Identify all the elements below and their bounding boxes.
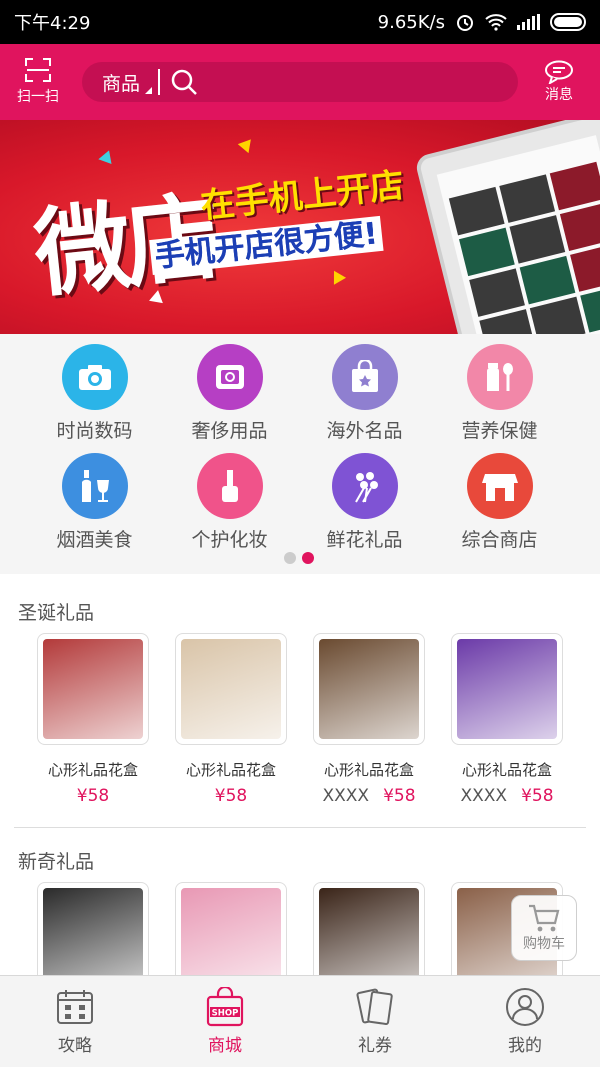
scan-icon [25, 58, 51, 82]
category-label: 烟酒美食 [56, 529, 133, 551]
category-item[interactable]: 奢侈用品 [162, 344, 297, 443]
message-label: 消息 [545, 87, 573, 103]
product-price: ¥58 [214, 786, 248, 806]
category-label: 奢侈用品 [191, 420, 268, 442]
product-image [175, 633, 287, 745]
category-item[interactable]: 综合商店 [432, 453, 567, 552]
nail-polish-icon [196, 453, 263, 519]
category-panel: 时尚数码 奢侈用品 海外名品 营养保健烟酒美食 个护化妆 鲜花礼品 综合商店 [0, 334, 600, 574]
tab-me[interactable]: 我的 [450, 976, 600, 1067]
shopping-bag-icon [331, 344, 398, 410]
confetti-shape [98, 147, 116, 165]
search-icon [171, 69, 197, 95]
product-name: 心形礼品花盒 [47, 761, 138, 779]
scan-button[interactable]: 扫一扫 [0, 44, 76, 120]
product-price-row: ¥58 [37, 786, 149, 806]
chat-bubble-icon [545, 60, 573, 84]
flower-bouquet-icon [331, 453, 398, 519]
product-name: 心形礼品花盒 [185, 761, 276, 779]
status-bar: 下午4:29 9.65K/s [0, 0, 600, 44]
calendar-icon [57, 990, 93, 1024]
battery-icon [550, 13, 586, 31]
product-name: 心形礼品花盒 [461, 761, 552, 779]
category-label: 鲜花礼品 [326, 529, 403, 551]
category-label: 海外名品 [326, 420, 403, 442]
search-category-select[interactable]: 商品 [102, 69, 154, 96]
product-price: ¥58 [383, 786, 416, 806]
svg-text:SHOP: SHOP [212, 1009, 239, 1019]
category-item[interactable]: 鲜花礼品 [297, 453, 432, 552]
product-card[interactable]: 心形礼品花盒 ¥58 [175, 633, 287, 806]
top-header: 扫一扫 商品 消息 [0, 44, 600, 120]
signal-icon [517, 14, 540, 30]
page-dot [284, 552, 296, 564]
cart-button[interactable]: 购物车 [511, 895, 577, 961]
product-card[interactable]: 心形礼品花盒 XXXX ¥58 [451, 633, 563, 806]
category-item[interactable]: 海外名品 [297, 344, 432, 443]
section-title: 新奇礼品 [18, 851, 95, 873]
search-bar[interactable]: 商品 [82, 62, 518, 102]
wine-icon [61, 453, 128, 519]
page-indicator [284, 552, 314, 564]
scan-label: 扫一扫 [17, 89, 59, 105]
product-price-row: XXXX ¥58 [451, 786, 563, 806]
page-dot-active [302, 552, 314, 564]
product-price: ¥58 [521, 786, 554, 806]
category-label: 营养保健 [461, 420, 538, 442]
product-image [451, 633, 563, 745]
status-time: 下午4:29 [14, 13, 91, 34]
product-price-row: XXXX ¥58 [313, 786, 425, 806]
product-price: ¥58 [76, 786, 110, 806]
product-image [37, 633, 149, 745]
category-label: 时尚数码 [56, 420, 133, 442]
cart-icon [529, 904, 560, 932]
category-grid: 时尚数码 奢侈用品 海外名品 营养保健烟酒美食 个护化妆 鲜花礼品 综合商店 [27, 344, 567, 552]
section-divider [14, 827, 586, 828]
tab-label: 我的 [508, 1036, 542, 1056]
product-price-row: ¥58 [175, 786, 287, 806]
category-item[interactable]: 个护化妆 [162, 453, 297, 552]
confetti-shape [237, 134, 257, 154]
ring-box-icon [196, 344, 263, 410]
camera-icon [61, 344, 128, 410]
message-button[interactable]: 消息 [518, 60, 600, 104]
product-original-price: XXXX [460, 786, 508, 806]
tab-label: 攻略 [58, 1036, 92, 1056]
product-sections: 圣诞礼品 心形礼品花盒 ¥58 心形礼品花盒 ¥58 心形礼品花盒 XXXX ¥58 心形礼品… [0, 574, 600, 994]
category-item[interactable]: 时尚数码 [27, 344, 162, 443]
status-indicators: 9.65K/s [378, 12, 586, 33]
product-card[interactable]: 心形礼品花盒 XXXX ¥58 [313, 633, 425, 806]
bottom-tab-bar: 攻略 SHOP 商城 礼券 我的 [0, 975, 600, 1067]
category-item[interactable]: 烟酒美食 [27, 453, 162, 552]
cart-label: 购物车 [523, 936, 565, 952]
product-original-price: XXXX [322, 786, 370, 806]
confetti-shape [327, 267, 347, 285]
tab-label: 礼券 [358, 1036, 392, 1056]
network-speed: 9.65K/s [377, 11, 445, 33]
category-label: 综合商店 [461, 529, 538, 551]
search-divider [158, 69, 161, 95]
store-icon [466, 453, 533, 519]
promo-banner[interactable]: 微店 在手机上开店 手机开店很方便! [0, 120, 600, 334]
tab-mall[interactable]: SHOP 商城 [150, 976, 300, 1067]
product-name: 心形礼品花盒 [323, 761, 414, 779]
tablet-illustration [413, 120, 600, 334]
section-title: 圣诞礼品 [18, 602, 95, 624]
coupon-cards-icon [356, 988, 393, 1025]
alarm-icon [457, 15, 473, 31]
wifi-icon [485, 14, 507, 31]
category-item[interactable]: 营养保健 [432, 344, 567, 443]
product-card[interactable]: 心形礼品花盒 ¥58 [37, 633, 149, 806]
category-label: 个护化妆 [191, 529, 268, 551]
bottle-spoon-icon [466, 344, 533, 410]
person-icon [506, 988, 544, 1026]
tab-guide[interactable]: 攻略 [0, 976, 150, 1067]
product-image [313, 633, 425, 745]
tab-label: 商城 [208, 1036, 242, 1056]
shop-bag-icon: SHOP [206, 987, 244, 1027]
tab-coupons[interactable]: 礼券 [300, 976, 450, 1067]
